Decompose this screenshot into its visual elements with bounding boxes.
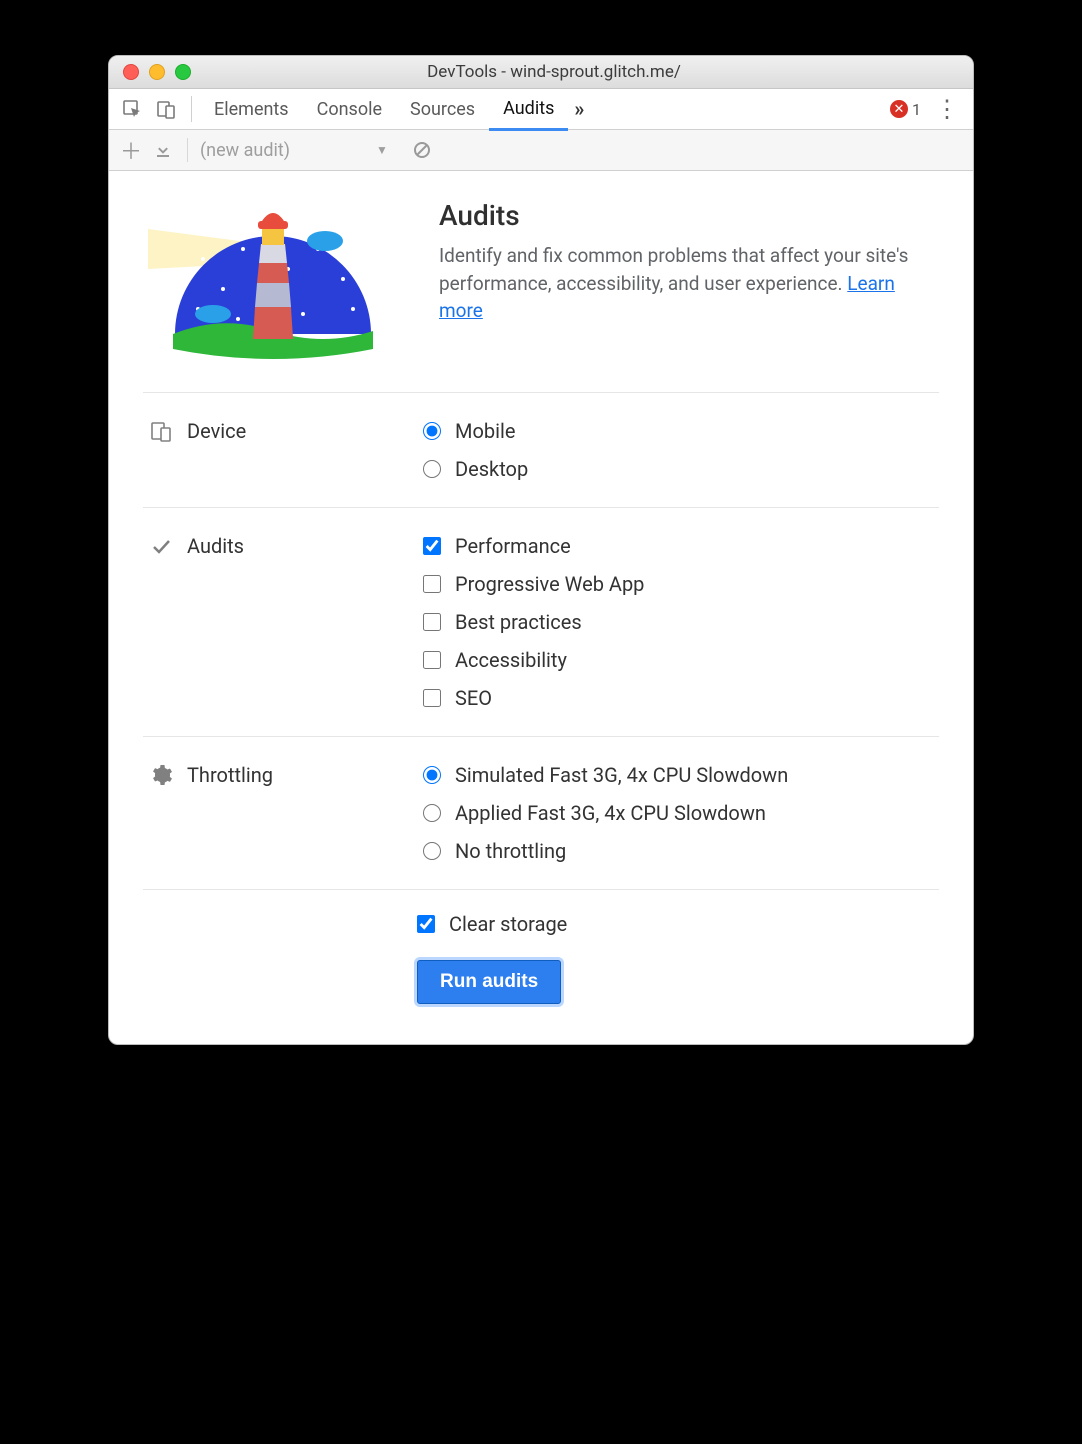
option-label: Clear storage bbox=[449, 912, 567, 936]
audit-option-pwa[interactable]: Progressive Web App bbox=[423, 572, 939, 596]
gear-icon bbox=[149, 763, 173, 787]
checkbox-seo[interactable] bbox=[423, 689, 441, 707]
hero-text: Audits Identify and fix common problems … bbox=[439, 199, 939, 325]
window-controls bbox=[123, 64, 191, 80]
audits-panel: Audits Identify and fix common problems … bbox=[109, 171, 973, 1044]
audits-toolbar: ＋ (new audit) ▼ bbox=[109, 130, 973, 171]
audit-option-accessibility[interactable]: Accessibility bbox=[423, 648, 939, 672]
radio-none[interactable] bbox=[423, 842, 441, 860]
devtools-window: DevTools - wind-sprout.glitch.me/ Elemen… bbox=[108, 55, 974, 1045]
new-audit-icon[interactable]: ＋ bbox=[119, 138, 143, 162]
element-picker-icon[interactable] bbox=[119, 96, 145, 122]
titlebar: DevTools - wind-sprout.glitch.me/ bbox=[109, 56, 973, 89]
option-label: SEO bbox=[455, 686, 492, 710]
window-title: DevTools - wind-sprout.glitch.me/ bbox=[191, 62, 973, 82]
device-option-desktop[interactable]: Desktop bbox=[423, 457, 939, 481]
audits-section: Audits Performance Progressive Web App B… bbox=[143, 507, 939, 736]
checkbox-pwa[interactable] bbox=[423, 575, 441, 593]
error-badge[interactable]: ✕ 1 bbox=[890, 100, 921, 119]
checkbox-accessibility[interactable] bbox=[423, 651, 441, 669]
error-icon: ✕ bbox=[890, 100, 908, 118]
separator bbox=[187, 138, 188, 162]
more-options-button[interactable]: ⋮ bbox=[927, 95, 967, 123]
audit-selector-dropdown[interactable]: (new audit) ▼ bbox=[200, 140, 388, 161]
throttling-option-applied[interactable]: Applied Fast 3G, 4x CPU Slowdown bbox=[423, 801, 939, 825]
separator bbox=[191, 96, 192, 122]
clear-icon[interactable] bbox=[410, 138, 434, 162]
error-count: 1 bbox=[912, 100, 921, 119]
tab-console[interactable]: Console bbox=[303, 89, 396, 129]
option-label: Progressive Web App bbox=[455, 572, 644, 596]
checkbox-bestpractices[interactable] bbox=[423, 613, 441, 631]
throttling-section: Throttling Simulated Fast 3G, 4x CPU Slo… bbox=[143, 736, 939, 890]
device-option-mobile[interactable]: Mobile bbox=[423, 419, 939, 443]
minimize-window-button[interactable] bbox=[149, 64, 165, 80]
option-label: No throttling bbox=[455, 839, 566, 863]
section-label: Audits bbox=[187, 534, 244, 558]
checkmark-icon bbox=[149, 534, 173, 558]
option-label: Applied Fast 3G, 4x CPU Slowdown bbox=[455, 801, 766, 825]
clear-storage-option[interactable]: Clear storage bbox=[417, 912, 939, 936]
audit-option-bestpractices[interactable]: Best practices bbox=[423, 610, 939, 634]
radio-mobile[interactable] bbox=[423, 422, 441, 440]
lighthouse-illustration bbox=[143, 199, 403, 364]
radio-simulated[interactable] bbox=[423, 766, 441, 784]
option-label: Performance bbox=[455, 534, 571, 558]
throttling-option-none[interactable]: No throttling bbox=[423, 839, 939, 863]
footer: Clear storage Run audits bbox=[417, 890, 939, 1004]
audit-option-seo[interactable]: SEO bbox=[423, 686, 939, 710]
close-window-button[interactable] bbox=[123, 64, 139, 80]
device-section: Device Mobile Desktop bbox=[143, 392, 939, 507]
tab-label: Console bbox=[317, 99, 382, 120]
device-icon bbox=[149, 419, 173, 443]
tab-elements[interactable]: Elements bbox=[200, 89, 303, 129]
tab-label: Elements bbox=[214, 99, 289, 120]
radio-applied[interactable] bbox=[423, 804, 441, 822]
run-audits-button[interactable]: Run audits bbox=[417, 960, 561, 1004]
panel-description: Identify and fix common problems that af… bbox=[439, 242, 939, 325]
option-label: Best practices bbox=[455, 610, 582, 634]
section-label: Throttling bbox=[187, 763, 273, 787]
download-report-icon[interactable] bbox=[151, 138, 175, 162]
option-label: Mobile bbox=[455, 419, 515, 443]
option-label: Accessibility bbox=[455, 648, 567, 672]
chevron-down-icon: ▼ bbox=[376, 143, 388, 157]
option-label: Desktop bbox=[455, 457, 528, 481]
checkbox-performance[interactable] bbox=[423, 537, 441, 555]
tab-label: Sources bbox=[410, 99, 475, 120]
option-label: Simulated Fast 3G, 4x CPU Slowdown bbox=[455, 763, 788, 787]
tab-sources[interactable]: Sources bbox=[396, 89, 489, 129]
dropdown-label: (new audit) bbox=[200, 140, 290, 161]
panel-title: Audits bbox=[439, 199, 939, 232]
zoom-window-button[interactable] bbox=[175, 64, 191, 80]
checkbox-clear-storage[interactable] bbox=[417, 915, 435, 933]
tabs-overflow-button[interactable]: » bbox=[568, 97, 590, 121]
device-toolbar-icon[interactable] bbox=[153, 96, 179, 122]
section-label: Device bbox=[187, 419, 246, 443]
tab-audits[interactable]: Audits bbox=[489, 88, 568, 131]
tab-label: Audits bbox=[503, 98, 554, 119]
radio-desktop[interactable] bbox=[423, 460, 441, 478]
throttling-option-simulated[interactable]: Simulated Fast 3G, 4x CPU Slowdown bbox=[423, 763, 939, 787]
audit-option-performance[interactable]: Performance bbox=[423, 534, 939, 558]
hero: Audits Identify and fix common problems … bbox=[143, 199, 939, 392]
devtools-tabstrip: Elements Console Sources Audits » ✕ 1 ⋮ bbox=[109, 89, 973, 130]
